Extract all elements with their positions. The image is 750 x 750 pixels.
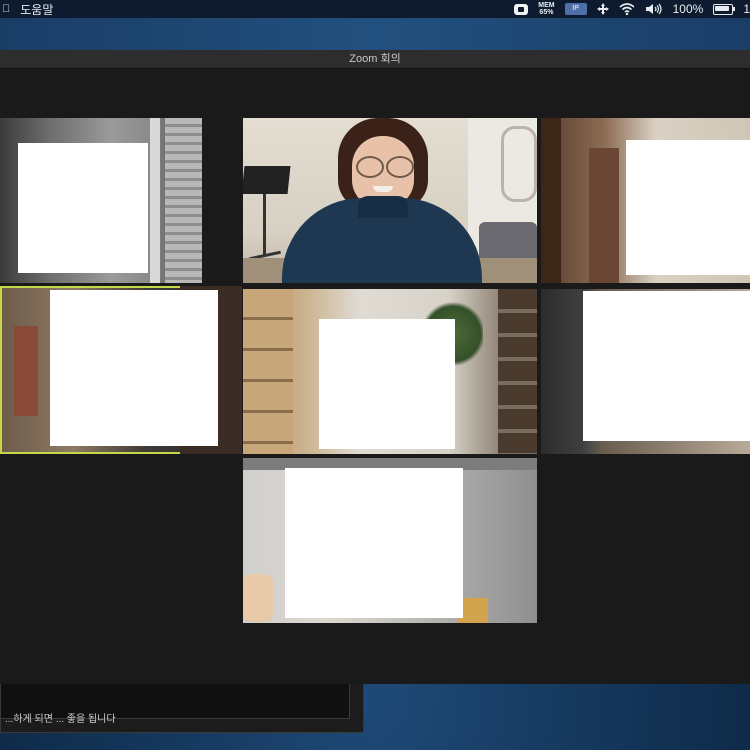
volume-icon[interactable] [645, 3, 663, 15]
chat-window[interactable]: ...하게 되면 ... 좋을 됩니다 [0, 684, 364, 733]
zoom-meeting-window: Zoom 회의 [0, 50, 750, 684]
window-title[interactable]: Zoom 회의 [0, 50, 750, 69]
redacted-face [285, 468, 463, 618]
wifi-icon[interactable] [619, 3, 635, 15]
battery-percent: 100% [672, 2, 704, 16]
menubar-clock[interactable]: 1 [743, 2, 750, 16]
memory-value: 65% [539, 9, 554, 16]
redacted-face [18, 143, 148, 273]
video-tile-participant-host[interactable] [243, 118, 537, 283]
network-badge-icon[interactable]: IP [564, 3, 587, 15]
battery-icon[interactable] [713, 3, 736, 15]
redacted-face [583, 291, 750, 441]
memory-label: MEM [538, 2, 555, 9]
move-arrows-icon[interactable] [596, 3, 609, 15]
video-tile-participant-4[interactable] [0, 286, 242, 454]
video-tile-participant-3[interactable] [541, 118, 750, 283]
memory-indicator[interactable]: MEM 65% [538, 2, 554, 16]
redacted-face [50, 290, 218, 446]
video-tile-participant-5[interactable] [243, 289, 537, 454]
video-tile-participant-7[interactable] [243, 458, 537, 623]
redacted-face [319, 319, 455, 449]
video-tile-participant-6[interactable] [541, 289, 750, 454]
chat-preview-text: ...하게 되면 ... 좋을 됩니다 [5, 714, 116, 725]
desktop-background [0, 18, 750, 50]
zoom-status-icon[interactable] [514, 3, 529, 15]
redacted-face [626, 140, 750, 275]
help-menu[interactable]: 도움말 [20, 1, 53, 18]
video-tile-participant-1[interactable] [0, 118, 202, 283]
apple-menu-icon[interactable]:  [2, 3, 10, 15]
macos-menu-bar:  도움말 MEM 65% IP 100% 1 [0, 0, 750, 18]
